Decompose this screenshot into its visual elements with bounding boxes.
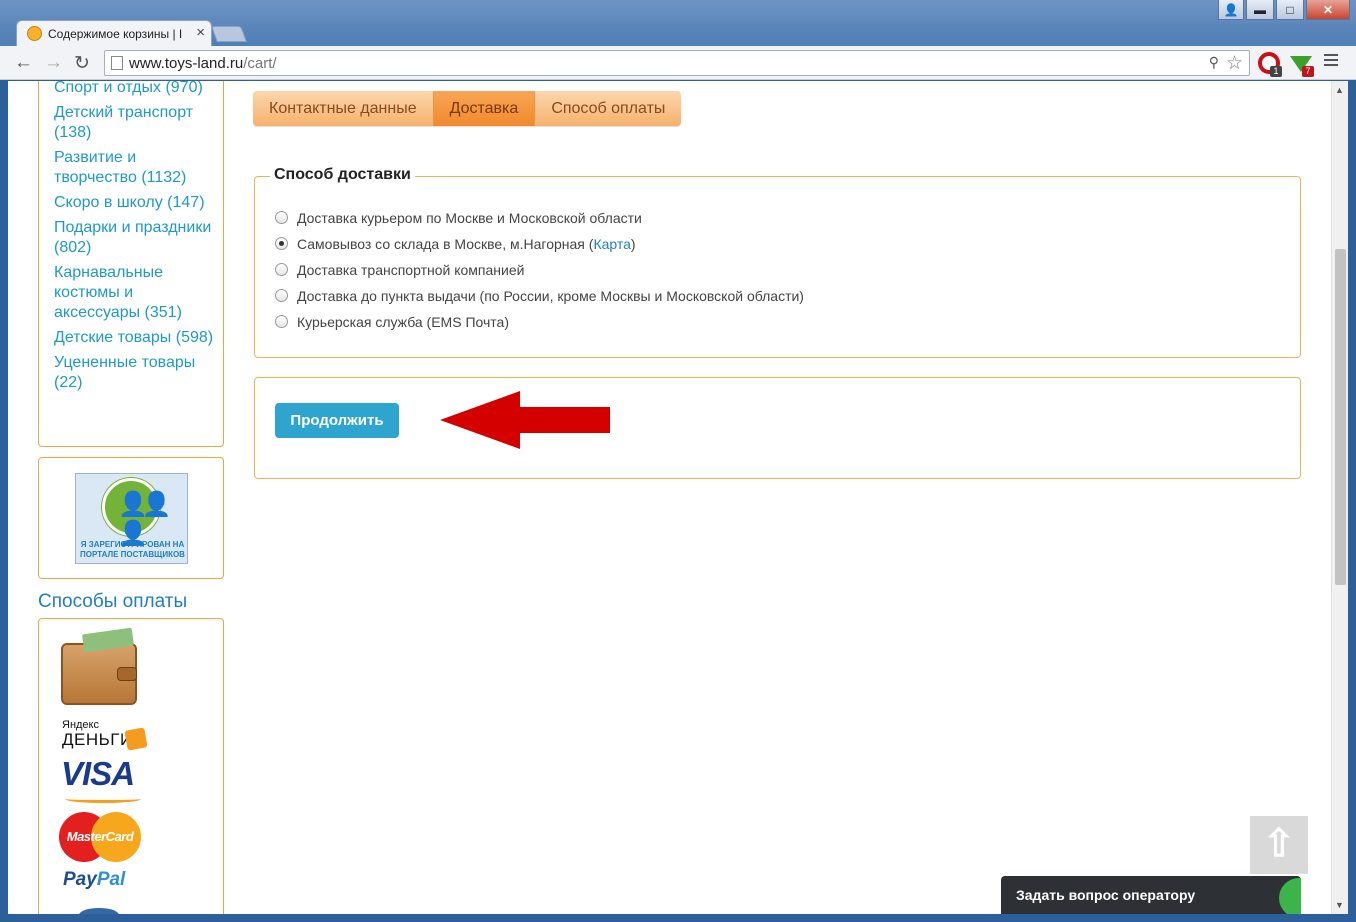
- delivery-option-label: Самовывоз со склада в Москве, м.Нагорная…: [297, 236, 594, 252]
- continue-button[interactable]: Продолжить: [275, 403, 399, 438]
- checkout-steps: Контактные данные Доставка Способ оплаты: [253, 91, 682, 126]
- category-link[interactable]: Спорт и отдых (970): [54, 81, 216, 98]
- category-link[interactable]: Развитие и творчество (1132): [54, 148, 216, 188]
- forward-arrow-icon[interactable]: →: [44, 52, 63, 74]
- new-tab-button[interactable]: [211, 26, 247, 42]
- scrollbar-thumb[interactable]: [1335, 249, 1346, 585]
- user-profile-icon[interactable]: 👤: [1218, 0, 1244, 20]
- paypal-logo: PayPal: [63, 869, 126, 890]
- payment-logos-box: Яндекс ДЕНЬГИ VISA MasterCard PayPal: [38, 618, 224, 914]
- step-tab[interactable]: Способ оплаты: [535, 91, 682, 126]
- delivery-method-legend: Способ доставки: [270, 166, 415, 184]
- site-favicon-icon: [27, 26, 42, 41]
- close-window-button[interactable]: ✕: [1306, 0, 1350, 20]
- window-titlebar: Содержимое корзины | I × 👤 ▬ □ ✕: [0, 0, 1356, 46]
- scroll-up-arrow-icon[interactable]: ▲: [1335, 85, 1344, 95]
- delivery-option-label: Курьерская служба (EMS Почта): [297, 314, 509, 330]
- page-viewport: Игры (469)Спорт и отдых (970)Детский тра…: [8, 81, 1348, 914]
- opera-extension-badge: 1: [1270, 66, 1282, 77]
- payment-logo-partial: [79, 908, 119, 914]
- bookmark-star-icon[interactable]: ☆: [1226, 52, 1243, 75]
- supplier-box: 👤👤👤 Я ЗАРЕГИСТРИРОВАН НА ПОРТАЛЕ ПОСТАВЩ…: [38, 457, 224, 579]
- category-box: Игры (469)Спорт и отдых (970)Детский тра…: [38, 81, 224, 447]
- yandex-money-logo: Яндекс ДЕНЬГИ: [62, 719, 152, 751]
- delivery-radio[interactable]: [275, 315, 288, 328]
- delivery-radio[interactable]: [275, 237, 288, 250]
- browser-menu-icon[interactable]: [1324, 54, 1338, 69]
- chat-status-icon: [1279, 878, 1301, 914]
- category-link[interactable]: Детский транспорт (138): [54, 103, 216, 143]
- address-bar[interactable]: www.toys-land.ru/cart/ ⚲ ☆: [104, 50, 1250, 76]
- delivery-option-label: Доставка курьером по Москве и Московской…: [297, 210, 642, 226]
- window-controls: 👤 ▬ □ ✕: [1218, 0, 1350, 20]
- delivery-radio[interactable]: [275, 263, 288, 276]
- delivery-option-label: Доставка транспортной компанией: [297, 262, 525, 278]
- browser-tab-active[interactable]: Содержимое корзины | I ×: [16, 20, 212, 46]
- category-link[interactable]: Детские товары (598): [54, 328, 216, 348]
- tab-title: Содержимое корзины | I: [48, 27, 183, 41]
- supplier-portal-badge[interactable]: 👤👤👤 Я ЗАРЕГИСТРИРОВАН НА ПОРТАЛЕ ПОСТАВЩ…: [75, 473, 188, 564]
- key-icon[interactable]: ⚲: [1209, 54, 1219, 71]
- continue-box: Продолжить: [254, 377, 1301, 479]
- category-link[interactable]: Подарки и праздники (802): [54, 218, 216, 258]
- download-extension-badge: 7: [1302, 66, 1314, 77]
- supplier-badge-text: Я ЗАРЕГИСТРИРОВАН НА ПОРТАЛЕ ПОСТАВЩИКОВ: [80, 540, 185, 559]
- delivery-option[interactable]: Доставка транспортной компанией: [275, 261, 804, 287]
- map-link[interactable]: Карта: [593, 236, 630, 252]
- delivery-option[interactable]: Самовывоз со склада в Москве, м.Нагорная…: [275, 235, 804, 261]
- mastercard-logo: MasterCard: [59, 812, 141, 862]
- delivery-method-fieldset: Способ доставки Доставка курьером по Мос…: [254, 166, 1301, 358]
- payment-methods-title: Способы оплаты: [38, 591, 188, 612]
- operator-chat-bar[interactable]: Задать вопрос оператору: [1001, 876, 1301, 914]
- tab-close-icon[interactable]: ×: [196, 24, 205, 41]
- category-link[interactable]: Уцененные товары (22): [54, 353, 216, 393]
- back-arrow-icon[interactable]: ←: [14, 52, 33, 74]
- chat-label: Задать вопрос оператору: [1016, 887, 1196, 903]
- category-link[interactable]: Карнавальные костюмы и аксессуары (351): [54, 263, 216, 323]
- delivery-radio[interactable]: [275, 289, 288, 302]
- maximize-button[interactable]: □: [1276, 0, 1304, 20]
- scroll-down-arrow-icon[interactable]: ▼: [1335, 900, 1344, 910]
- category-list: Игры (469)Спорт и отдых (970)Детский тра…: [54, 81, 216, 398]
- category-link[interactable]: Скоро в школу (147): [54, 193, 216, 213]
- delivery-option-suffix: ): [630, 236, 636, 252]
- wallet-icon: [61, 627, 137, 705]
- delivery-radio[interactable]: [275, 211, 288, 224]
- visa-swoosh: [65, 795, 141, 803]
- step-tab[interactable]: Доставка: [433, 91, 536, 126]
- arrow-up-icon: ⇧: [1263, 823, 1295, 865]
- visa-logo: VISA: [61, 755, 135, 792]
- delivery-options: Доставка курьером по Москве и Московской…: [275, 209, 804, 339]
- page-icon: [111, 56, 123, 70]
- address-url[interactable]: www.toys-land.ru/cart/: [129, 55, 277, 72]
- page-scrollbar[interactable]: ▲ ▼: [1331, 81, 1348, 914]
- delivery-option-label: Доставка до пункта выдачи (по России, кр…: [297, 288, 804, 304]
- scroll-to-top-button[interactable]: ⇧: [1250, 816, 1308, 874]
- delivery-option[interactable]: Курьерская служба (EMS Почта): [275, 313, 804, 339]
- reload-icon[interactable]: ↻: [74, 52, 90, 75]
- red-arrow-annotation: [440, 391, 610, 449]
- delivery-option[interactable]: Доставка курьером по Москве и Московской…: [275, 209, 804, 235]
- minimize-button[interactable]: ▬: [1246, 0, 1274, 20]
- delivery-option[interactable]: Доставка до пункта выдачи (по России, кр…: [275, 287, 804, 313]
- step-tab[interactable]: Контактные данные: [253, 91, 434, 126]
